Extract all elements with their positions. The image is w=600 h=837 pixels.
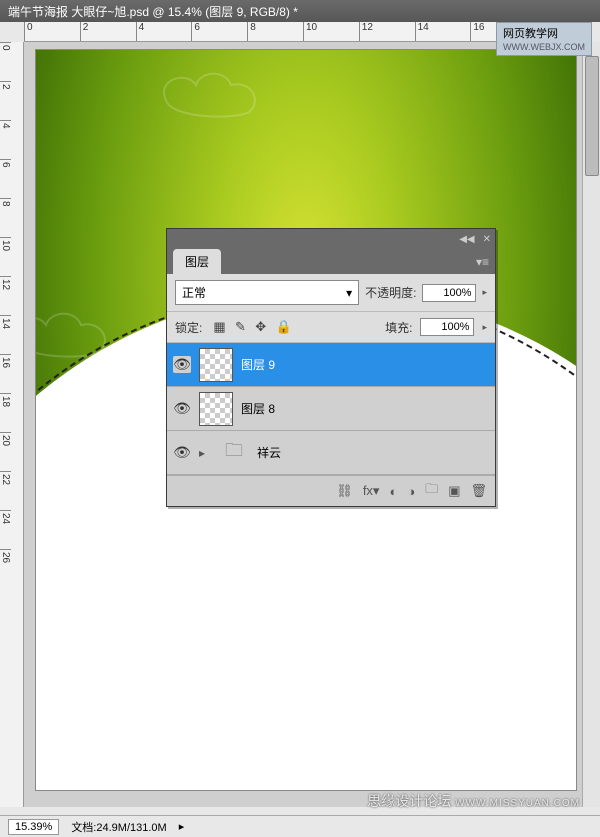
panel-footer: ⛓ fx▾ ◐ ◑ 🗀 ▣ 🗑 <box>167 475 495 506</box>
ruler-tick: 10 <box>303 22 359 41</box>
layers-list: 👁 图层 9 👁 图层 8 👁 ▸ 🗀 祥云 <box>167 343 495 475</box>
fill-input[interactable]: 100% <box>420 318 474 336</box>
ruler-tick: 2 <box>80 22 136 41</box>
doc-size-label: 文档:24.9M/131.0M <box>71 819 166 835</box>
ruler-tick: 6 <box>191 22 247 41</box>
group-icon[interactable]: 🗀 <box>425 480 438 502</box>
ruler-tick: 22 <box>0 471 11 510</box>
ruler-tick: 8 <box>0 198 11 237</box>
layer-name[interactable]: 图层 9 <box>241 356 275 373</box>
visibility-toggle[interactable]: 👁 <box>173 400 191 417</box>
layer-thumbnail[interactable] <box>199 348 233 382</box>
ruler-tick: 26 <box>0 549 11 588</box>
visibility-toggle[interactable]: 👁 <box>173 444 191 461</box>
layer-row[interactable]: 👁 ▸ 🗀 祥云 <box>167 431 495 475</box>
lock-all-icon[interactable]: 🔒 <box>275 319 291 334</box>
visibility-toggle[interactable]: 👁 <box>173 356 191 373</box>
tab-layers[interactable]: 图层 <box>173 249 221 274</box>
trash-icon[interactable]: 🗑 <box>470 483 487 499</box>
ruler-tick: 16 <box>0 354 11 393</box>
watermark-bottom-right: 思缘设计论坛 WWW.MISSYUAN.COM <box>367 791 580 811</box>
opacity-label: 不透明度: <box>365 284 416 301</box>
ruler-tick: 20 <box>0 432 11 471</box>
ruler-tick: 0 <box>24 22 80 41</box>
ruler-tick: 14 <box>0 315 11 354</box>
close-icon[interactable]: ✕ <box>483 234 491 245</box>
layer-name[interactable]: 祥云 <box>257 444 281 461</box>
ruler-tick: 4 <box>136 22 192 41</box>
document-tab[interactable]: 端午节海报 大眼仔~旭.psd @ 15.4% (图层 9, RGB/8) * <box>0 0 600 22</box>
vertical-scrollbar[interactable] <box>582 42 600 807</box>
ruler-vertical[interactable]: 02468101214161820222426 <box>0 42 24 807</box>
zoom-input[interactable]: 15.39% <box>8 819 59 835</box>
document-title: 端午节海报 大眼仔~旭.psd @ 15.4% (图层 9, RGB/8) * <box>8 3 298 20</box>
layer-row[interactable]: 👁 图层 8 <box>167 387 495 431</box>
disclosure-icon[interactable]: ▸ <box>199 446 211 460</box>
mask-icon[interactable]: ◐ <box>389 484 397 499</box>
lock-label: 锁定: <box>175 319 202 336</box>
layer-thumbnail[interactable] <box>199 392 233 426</box>
ruler-tick: 18 <box>0 393 11 432</box>
folder-icon: 🗀 <box>219 441 249 465</box>
chevron-down-icon: ▾ <box>346 286 352 300</box>
ruler-tick: 8 <box>247 22 303 41</box>
status-bar: 15.39% 文档:24.9M/131.0M ▸ <box>0 815 600 837</box>
status-menu-icon[interactable]: ▸ <box>179 820 185 833</box>
opacity-stepper[interactable]: ▸ <box>482 287 487 298</box>
adjustment-icon[interactable]: ◑ <box>407 484 415 499</box>
scrollbar-thumb[interactable] <box>585 56 599 176</box>
ruler-tick: 12 <box>359 22 415 41</box>
lock-transparent-icon[interactable]: ▦ <box>213 319 225 334</box>
ruler-tick: 24 <box>0 510 11 549</box>
ruler-tick: 12 <box>0 276 11 315</box>
ruler-tick: 6 <box>0 159 11 198</box>
ruler-tick: 0 <box>0 42 11 81</box>
panel-menu-icon[interactable]: ▾≡ <box>476 255 489 269</box>
lock-pixels-icon[interactable]: ✎ <box>235 319 246 334</box>
layers-panel: ◀◀ ✕ 图层 ▾≡ 正常 ▾ 不透明度: 100% ▸ 锁定: ▦ ✎ ✥ 🔒… <box>166 228 496 507</box>
ruler-tick: 14 <box>415 22 471 41</box>
new-layer-icon[interactable]: ▣ <box>448 483 460 499</box>
layer-name[interactable]: 图层 8 <box>241 400 275 417</box>
link-icon[interactable]: ⛓ <box>336 483 353 499</box>
fx-icon[interactable]: fx▾ <box>363 483 380 499</box>
opacity-input[interactable]: 100% <box>422 284 476 302</box>
fill-label: 填充: <box>385 319 412 336</box>
ruler-tick: 4 <box>0 120 11 159</box>
ruler-tick: 2 <box>0 81 11 120</box>
collapse-icon[interactable]: ◀◀ <box>459 234 474 245</box>
lock-position-icon[interactable]: ✥ <box>255 319 266 334</box>
watermark-top: 网页教学网 WWW.WEBJX.COM <box>496 22 592 56</box>
ruler-tick: 10 <box>0 237 11 276</box>
layer-row[interactable]: 👁 图层 9 <box>167 343 495 387</box>
fill-stepper[interactable]: ▸ <box>482 322 487 333</box>
blend-mode-value: 正常 <box>182 284 206 301</box>
blend-mode-select[interactable]: 正常 ▾ <box>175 280 359 305</box>
panel-header[interactable]: ◀◀ ✕ <box>167 229 495 249</box>
